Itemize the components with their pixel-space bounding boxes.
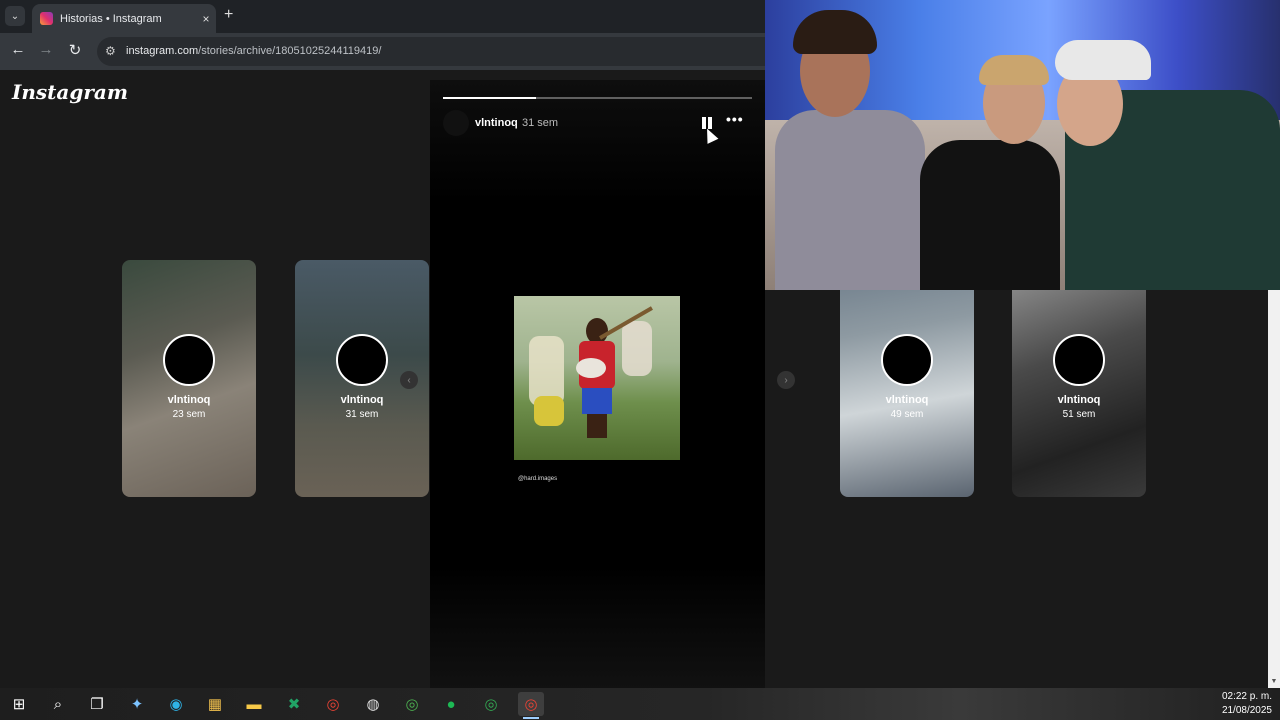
reload-button[interactable]: ↻ [65, 41, 85, 59]
story-card-time: 31 sem [345, 409, 379, 420]
story-card[interactable]: vlntinoq 51 sem [1012, 260, 1146, 497]
instagram-logo[interactable]: Instagram [12, 80, 128, 104]
story-card-username: vlntinoq [340, 394, 384, 406]
windows-taskbar: ⊞ ⌕ ❐ ✦ ◉ ▦ ▬ ✖ ◎ ◍ ◎ ● ◎ ◎ 02:22 p. m. … [0, 688, 1280, 720]
story-card[interactable]: vlntinoq 23 sem [122, 260, 256, 497]
person-left [775, 110, 925, 290]
windows-start-icon[interactable]: ⊞ [6, 692, 32, 716]
tab-list-button[interactable]: ⌄ [5, 6, 25, 26]
chrome-active-icon[interactable]: ◎ [518, 692, 544, 719]
story-card-time: 51 sem [1062, 409, 1096, 420]
story-card-username: vlntinoq [1057, 394, 1101, 406]
story-time: 31 sem [522, 117, 559, 129]
back-button[interactable]: ← [8, 41, 28, 58]
pause-icon [702, 117, 706, 129]
story-progress-bar [443, 97, 752, 99]
task-view-icon[interactable]: ❐ [84, 692, 110, 716]
spotify-icon[interactable]: ● [438, 692, 464, 716]
url-text: instagram.com/stories/archive/1805102524… [126, 45, 382, 57]
chevron-left-icon: ‹ [407, 374, 411, 386]
more-options-button[interactable]: ••• [726, 111, 744, 127]
store-icon[interactable]: ▦ [202, 692, 228, 716]
story-image [514, 296, 680, 460]
clock-time: 02:22 p. m. [1221, 691, 1272, 702]
edge-icon[interactable]: ◉ [163, 692, 189, 716]
story-username[interactable]: vlntinoq [475, 117, 518, 129]
arrow-right-icon: → [38, 41, 54, 58]
avatar [881, 334, 933, 386]
file-explorer-icon[interactable]: ▬ [241, 692, 267, 716]
screen: ⌄ Historias • Instagram × + ← → ↻ ⚙ inst… [0, 0, 1280, 720]
story-card[interactable]: vlntinoq 49 sem [840, 260, 974, 497]
webcam-overlay [765, 0, 1280, 290]
chevron-down-icon: ⌄ [10, 10, 20, 22]
avatar[interactable] [443, 110, 469, 136]
arrow-left-icon: ← [10, 41, 26, 58]
story-viewer[interactable]: vlntinoq 31 sem ••• @hard.images [430, 80, 765, 688]
previous-story-button[interactable]: ‹ [400, 371, 418, 389]
story-card-username: vlntinoq [167, 394, 211, 406]
next-story-button[interactable]: › [777, 371, 795, 389]
story-card-time: 49 sem [890, 409, 924, 420]
tab-title: Historias • Instagram [60, 12, 162, 25]
chrome-icon[interactable]: ◎ [320, 692, 346, 716]
new-tab-button[interactable]: + [224, 6, 233, 24]
story-card-username: vlntinoq [885, 394, 929, 406]
story-progress-fill [443, 97, 536, 99]
avatar [1053, 334, 1105, 386]
reload-icon: ↻ [68, 42, 82, 59]
forward-button[interactable]: → [36, 41, 56, 58]
system-clock[interactable]: 02:22 p. m. 21/08/2025 [1222, 690, 1272, 718]
avatar [336, 334, 388, 386]
excel-icon[interactable]: ✖ [281, 692, 307, 716]
clock-date: 21/08/2025 [1221, 705, 1272, 716]
tab-instagram[interactable]: Historias • Instagram × [32, 4, 216, 33]
chrome-profile-icon[interactable]: ◎ [399, 692, 425, 716]
story-caption: @hard.images [518, 476, 558, 482]
chevron-right-icon: › [784, 374, 788, 386]
story-card-time: 23 sem [172, 409, 206, 420]
scroll-down-icon[interactable]: ▼ [1268, 678, 1280, 688]
close-icon[interactable]: × [196, 12, 216, 26]
page-scrollbar[interactable]: ▼ [1268, 290, 1280, 688]
site-info-icon[interactable]: ⚙ [105, 44, 116, 58]
copilot-icon[interactable]: ✦ [124, 692, 150, 716]
address-bar[interactable]: ⚙ instagram.com/stories/archive/18051025… [97, 37, 765, 66]
instagram-favicon-icon [40, 12, 53, 25]
avatar [163, 334, 215, 386]
person-middle [920, 140, 1060, 290]
chrome-profile-2-icon[interactable]: ◎ [478, 692, 504, 716]
browser-toolbar: ← → ↻ ⚙ instagram.com/stories/archive/18… [0, 33, 765, 70]
search-icon[interactable]: ⌕ [45, 692, 71, 716]
browser-tabbar: ⌄ Historias • Instagram × + [0, 0, 765, 33]
obs-icon[interactable]: ◍ [360, 692, 386, 716]
